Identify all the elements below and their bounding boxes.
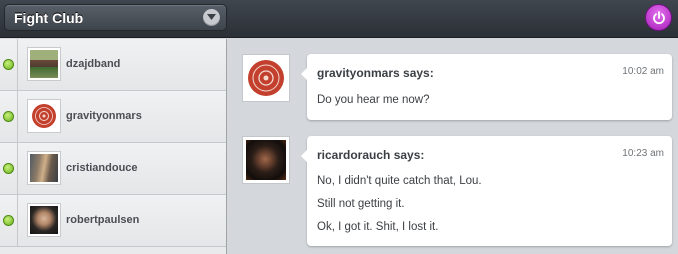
status-column [0,143,18,195]
username: robertpaulsen [66,214,140,226]
top-bar: Fight Club [0,0,678,38]
user-list-item[interactable]: gravityonmars [0,91,226,143]
power-button[interactable] [645,4,672,31]
chevron-down-icon[interactable] [203,9,220,26]
room-selector[interactable]: Fight Club [4,4,227,31]
user-list: dzajdband gravityonmars cristiandouce ro… [0,39,227,254]
user-list-item[interactable]: robertpaulsen [0,195,226,247]
avatar [242,54,290,102]
status-column [0,195,18,247]
avatar [27,151,61,185]
avatar [27,47,61,81]
power-icon [653,11,665,25]
message-time: 10:02 am [622,66,664,77]
message-time: 10:23 am [622,148,664,159]
seal-logo-icon [30,102,58,130]
message-sender: ricardorauch says: [317,148,425,162]
message-text: No, I didn't quite catch that, Lou. [317,175,482,187]
message-sender: gravityonmars says: [317,66,434,80]
room-name: Fight Club [14,10,84,26]
message-text: Still not getting it. [317,198,405,210]
message-bubble: ricardorauch says: 10:23 am No, I didn't… [301,136,672,246]
avatar [27,203,61,237]
user-list-item[interactable]: cristiandouce [0,143,226,195]
online-status-icon [3,215,14,226]
username: dzajdband [66,58,121,70]
avatar [27,99,61,133]
chat-area: gravityonmars says: 10:02 am Do you hear… [228,39,678,254]
status-column [0,39,18,91]
username: cristiandouce [66,162,138,174]
seal-logo-icon [246,58,286,98]
message-text: Ok, I got it. Shit, I lost it. [317,221,439,233]
message-bubble: gravityonmars says: 10:02 am Do you hear… [301,54,672,120]
online-status-icon [3,59,14,70]
avatar [242,136,290,184]
online-status-icon [3,163,14,174]
online-status-icon [3,111,14,122]
status-column [0,91,18,143]
username: gravityonmars [66,110,142,122]
user-list-item[interactable]: dzajdband [0,39,226,91]
message-text: Do you hear me now? [317,94,430,106]
